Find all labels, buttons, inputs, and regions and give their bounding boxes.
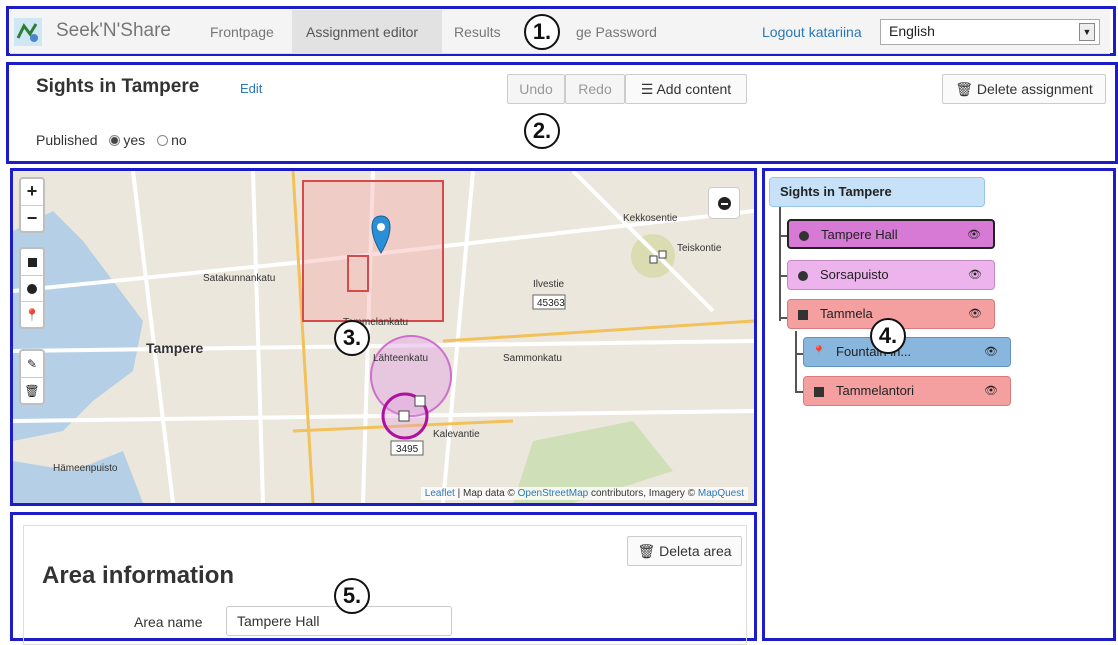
edit-icon: ✎ — [26, 357, 38, 371]
brand-title[interactable]: Seek'N'Share — [56, 20, 171, 42]
tree-item-fountain[interactable]: 📍 Fountain in... 👁 — [803, 337, 1011, 367]
attr-text-2: contributors, Imagery © — [588, 488, 698, 499]
language-value: English — [889, 23, 935, 39]
assignment-title: Sights in Tampere — [36, 76, 200, 97]
draw-circle-button[interactable] — [21, 275, 43, 301]
circle-icon — [799, 231, 809, 241]
map-label-tampere: Tampere — [146, 340, 204, 356]
delete-assignment-label: Delete assignment — [976, 81, 1093, 97]
square-icon — [27, 257, 37, 267]
map-label-hameenpuisto: Hämeenpuisto — [53, 463, 118, 474]
published-no-radio[interactable] — [157, 135, 169, 146]
delete-layers-button[interactable]: 🗑 — [21, 377, 43, 403]
trash-icon: 🗑 — [24, 383, 40, 398]
map-label-teiskontie: Teiskontie — [677, 243, 722, 254]
map-canvas[interactable]: Tampere Lähteenkatu Kalevantie Tammelank… — [13, 171, 754, 503]
remove-layer-button[interactable] — [708, 187, 740, 219]
tree-item-tampere-hall[interactable]: Tampere Hall 👁 — [787, 219, 995, 249]
tree-root[interactable]: Sights in Tampere — [769, 177, 985, 207]
language-select[interactable]: English ▼ — [880, 19, 1100, 45]
tree-item-sorsapuisto[interactable]: Sorsapuisto 👁 — [787, 260, 995, 290]
tree-item-label: Tammela — [820, 306, 873, 321]
map-marker-icon: 📍 — [24, 307, 40, 322]
app-logo-icon[interactable] — [14, 18, 42, 46]
nav-frontpage[interactable]: Frontpage — [196, 10, 288, 54]
draw-toolbar: 📍 — [19, 247, 45, 329]
trash-icon: 🗑 — [637, 543, 656, 559]
attr-text-1: | Map data © — [454, 488, 518, 499]
callout-1: 1. — [524, 14, 560, 50]
area-info-panel: 🗑 Deleta area Area information Area name… — [10, 512, 757, 645]
mapquest-link[interactable]: MapQuest — [698, 488, 744, 499]
eye-icon[interactable]: 👁 — [968, 261, 982, 289]
map-label-ilvestie: Ilvestie — [533, 279, 565, 290]
nav-assignment-editor[interactable]: Assignment editor — [292, 10, 442, 54]
nav-results[interactable]: Results — [440, 10, 515, 54]
callout-2: 2. — [524, 113, 560, 149]
map-attribution: Leaflet | Map data © OpenStreetMap contr… — [420, 487, 748, 500]
map-label-kalevantie: Kalevantie — [433, 429, 480, 440]
nav-change-password[interactable]: ge Password — [562, 10, 671, 54]
minus-circle-icon — [717, 196, 731, 210]
circle-icon — [27, 283, 37, 294]
add-content-button[interactable]: ☰ Add content — [625, 74, 747, 104]
eye-icon[interactable]: 👁 — [984, 377, 998, 405]
draw-rectangle-button[interactable] — [21, 249, 43, 275]
content-tree-panel: Sights in Tampere Tampere Hall 👁 Sorsapu… — [762, 168, 1116, 641]
zoom-control: + − — [19, 177, 45, 233]
published-label: Published — [36, 132, 98, 148]
tree-item-tammelantori[interactable]: Tammelantori 👁 — [803, 376, 1011, 406]
edit-toolbar: ✎ 🗑 — [19, 349, 45, 405]
yes-label: yes — [123, 132, 146, 148]
tree-item-label: Tammelantori — [836, 383, 915, 398]
map-label-sammonkatu: Sammonkatu — [503, 353, 562, 364]
trash-icon: 🗑 — [955, 81, 973, 97]
navbar: Seek'N'Share Frontpage Assignment editor… — [10, 10, 1110, 54]
callout-5: 5. — [334, 578, 370, 614]
eye-icon[interactable]: 👁 — [968, 300, 982, 328]
redo-button[interactable]: Redo — [565, 74, 625, 104]
tree-item-label: Sorsapuisto — [820, 267, 889, 282]
square-icon — [814, 387, 824, 397]
delete-area-button[interactable]: 🗑 Deleta area — [627, 536, 742, 566]
tree-item-label: Tampere Hall — [821, 227, 898, 242]
zoom-in-button[interactable]: + — [21, 179, 43, 205]
area-name-input[interactable]: Tampere Hall — [226, 606, 452, 636]
delete-assignment-button[interactable]: 🗑 Delete assignment — [942, 74, 1106, 104]
area-heading: Area information — [42, 562, 235, 589]
map-marker-icon: 📍 — [812, 346, 826, 358]
square-icon — [798, 310, 808, 320]
add-content-label: Add content — [656, 81, 732, 97]
map-label-kekkosentie: Kekkosentie — [623, 213, 678, 224]
chevron-down-icon[interactable]: ▼ — [1079, 23, 1095, 41]
eye-icon[interactable]: 👁 — [967, 221, 981, 249]
leaflet-link[interactable]: Leaflet — [425, 488, 455, 499]
map-distance-2: 3495 — [396, 444, 419, 455]
published-yes-radio[interactable] — [109, 135, 121, 146]
callout-3: 3. — [334, 320, 370, 356]
list-icon: ☰ — [640, 81, 654, 97]
published-row: Published yes no — [36, 132, 187, 148]
edit-layers-button[interactable]: ✎ — [21, 351, 43, 377]
circle-icon — [798, 271, 808, 281]
area-card: 🗑 Deleta area Area information Area name… — [23, 525, 747, 645]
callout-4: 4. — [870, 318, 906, 354]
edit-link[interactable]: Edit — [240, 81, 262, 96]
no-label: no — [171, 132, 187, 148]
map-panel: Tampere Lähteenkatu Kalevantie Tammelank… — [10, 168, 757, 506]
logout-link[interactable]: Logout katariina — [762, 10, 862, 54]
draw-marker-button[interactable]: 📍 — [21, 301, 43, 327]
delete-area-label: Deleta area — [659, 543, 732, 559]
map-distance-1: 45363 — [537, 298, 565, 309]
osm-link[interactable]: OpenStreetMap — [518, 488, 589, 499]
area-name-label: Area name — [134, 614, 203, 630]
eye-icon[interactable]: 👁 — [984, 338, 998, 366]
map-label-lahteenkatu: Lähteenkatu — [373, 353, 428, 364]
assignment-header: Sights in Tampere Edit Undo Redo ☰ Add c… — [10, 64, 1116, 164]
map-label-satakunnankatu: Satakunnankatu — [203, 273, 275, 284]
zoom-out-button[interactable]: − — [21, 205, 43, 231]
undo-button[interactable]: Undo — [507, 74, 565, 104]
